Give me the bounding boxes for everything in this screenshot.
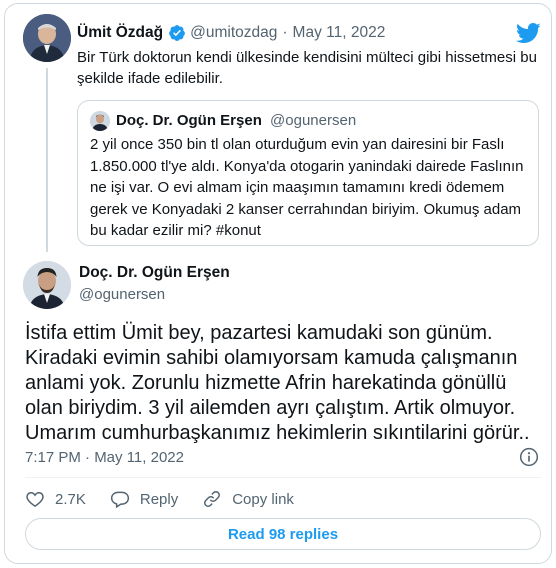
read-replies-button[interactable]: Read 98 replies <box>25 518 541 550</box>
reply-button[interactable]: Reply <box>110 489 178 509</box>
heart-icon <box>26 491 44 507</box>
tweet-timestamp[interactable]: 7:17 PM · May 11, 2022 <box>25 449 184 466</box>
avatar-umit-ozdag[interactable] <box>23 14 71 62</box>
thread-connector-line <box>46 68 48 252</box>
copy-link-label: Copy link <box>232 490 294 508</box>
twitter-bird-icon[interactable] <box>515 22 541 44</box>
dot-separator: · <box>282 24 288 41</box>
quoted-tweet[interactable]: Doç. Dr. Ogün Erşen @ogunersen 2 yil onc… <box>77 100 539 246</box>
main-author-handle[interactable]: @ogunersen <box>79 286 165 303</box>
like-count: 2.7K <box>55 490 86 508</box>
verified-badge-icon <box>169 25 185 41</box>
divider <box>25 477 541 478</box>
like-button[interactable]: 2.7K <box>25 489 86 509</box>
quoted-tweet-text: 2 yil once 350 bin tl olan oturduğum evi… <box>90 136 524 239</box>
tweet-actions: 2.7K Reply Copy link <box>25 488 318 510</box>
quoted-author-name: Doç. Dr. Ogün Erşen <box>116 112 262 129</box>
quoted-tweet-header: Doç. Dr. Ogün Erşen @ogunersen <box>116 112 356 129</box>
tweet-date[interactable]: May 11, 2022 <box>293 24 386 42</box>
quoted-author-avatar <box>90 111 110 131</box>
main-tweet-text: İstifa ettim Ümit bey, pazartesi kamudak… <box>25 322 530 444</box>
tweet-embed-card: Ümit Özdağ @umitozdag · May 11, 2022 Bir… <box>4 3 552 564</box>
author-name[interactable]: Ümit Özdağ <box>77 24 163 42</box>
parent-tweet-header: Ümit Özdağ @umitozdag · May 11, 2022 <box>77 23 385 43</box>
parent-tweet-text: Bir Türk doktorun kendi ülkesinde kendis… <box>77 49 537 87</box>
main-author-name[interactable]: Doç. Dr. Ogün Erşen <box>79 264 230 282</box>
reply-bubble-icon <box>110 491 129 509</box>
link-icon <box>204 491 221 507</box>
copy-link-button[interactable]: Copy link <box>202 489 294 509</box>
info-icon[interactable] <box>519 447 539 467</box>
reply-label: Reply <box>139 490 179 508</box>
author-handle[interactable]: @umitozdag <box>190 24 277 42</box>
quoted-author-handle: @ogunersen <box>270 112 357 129</box>
avatar-ogun-ersen[interactable] <box>23 261 71 309</box>
